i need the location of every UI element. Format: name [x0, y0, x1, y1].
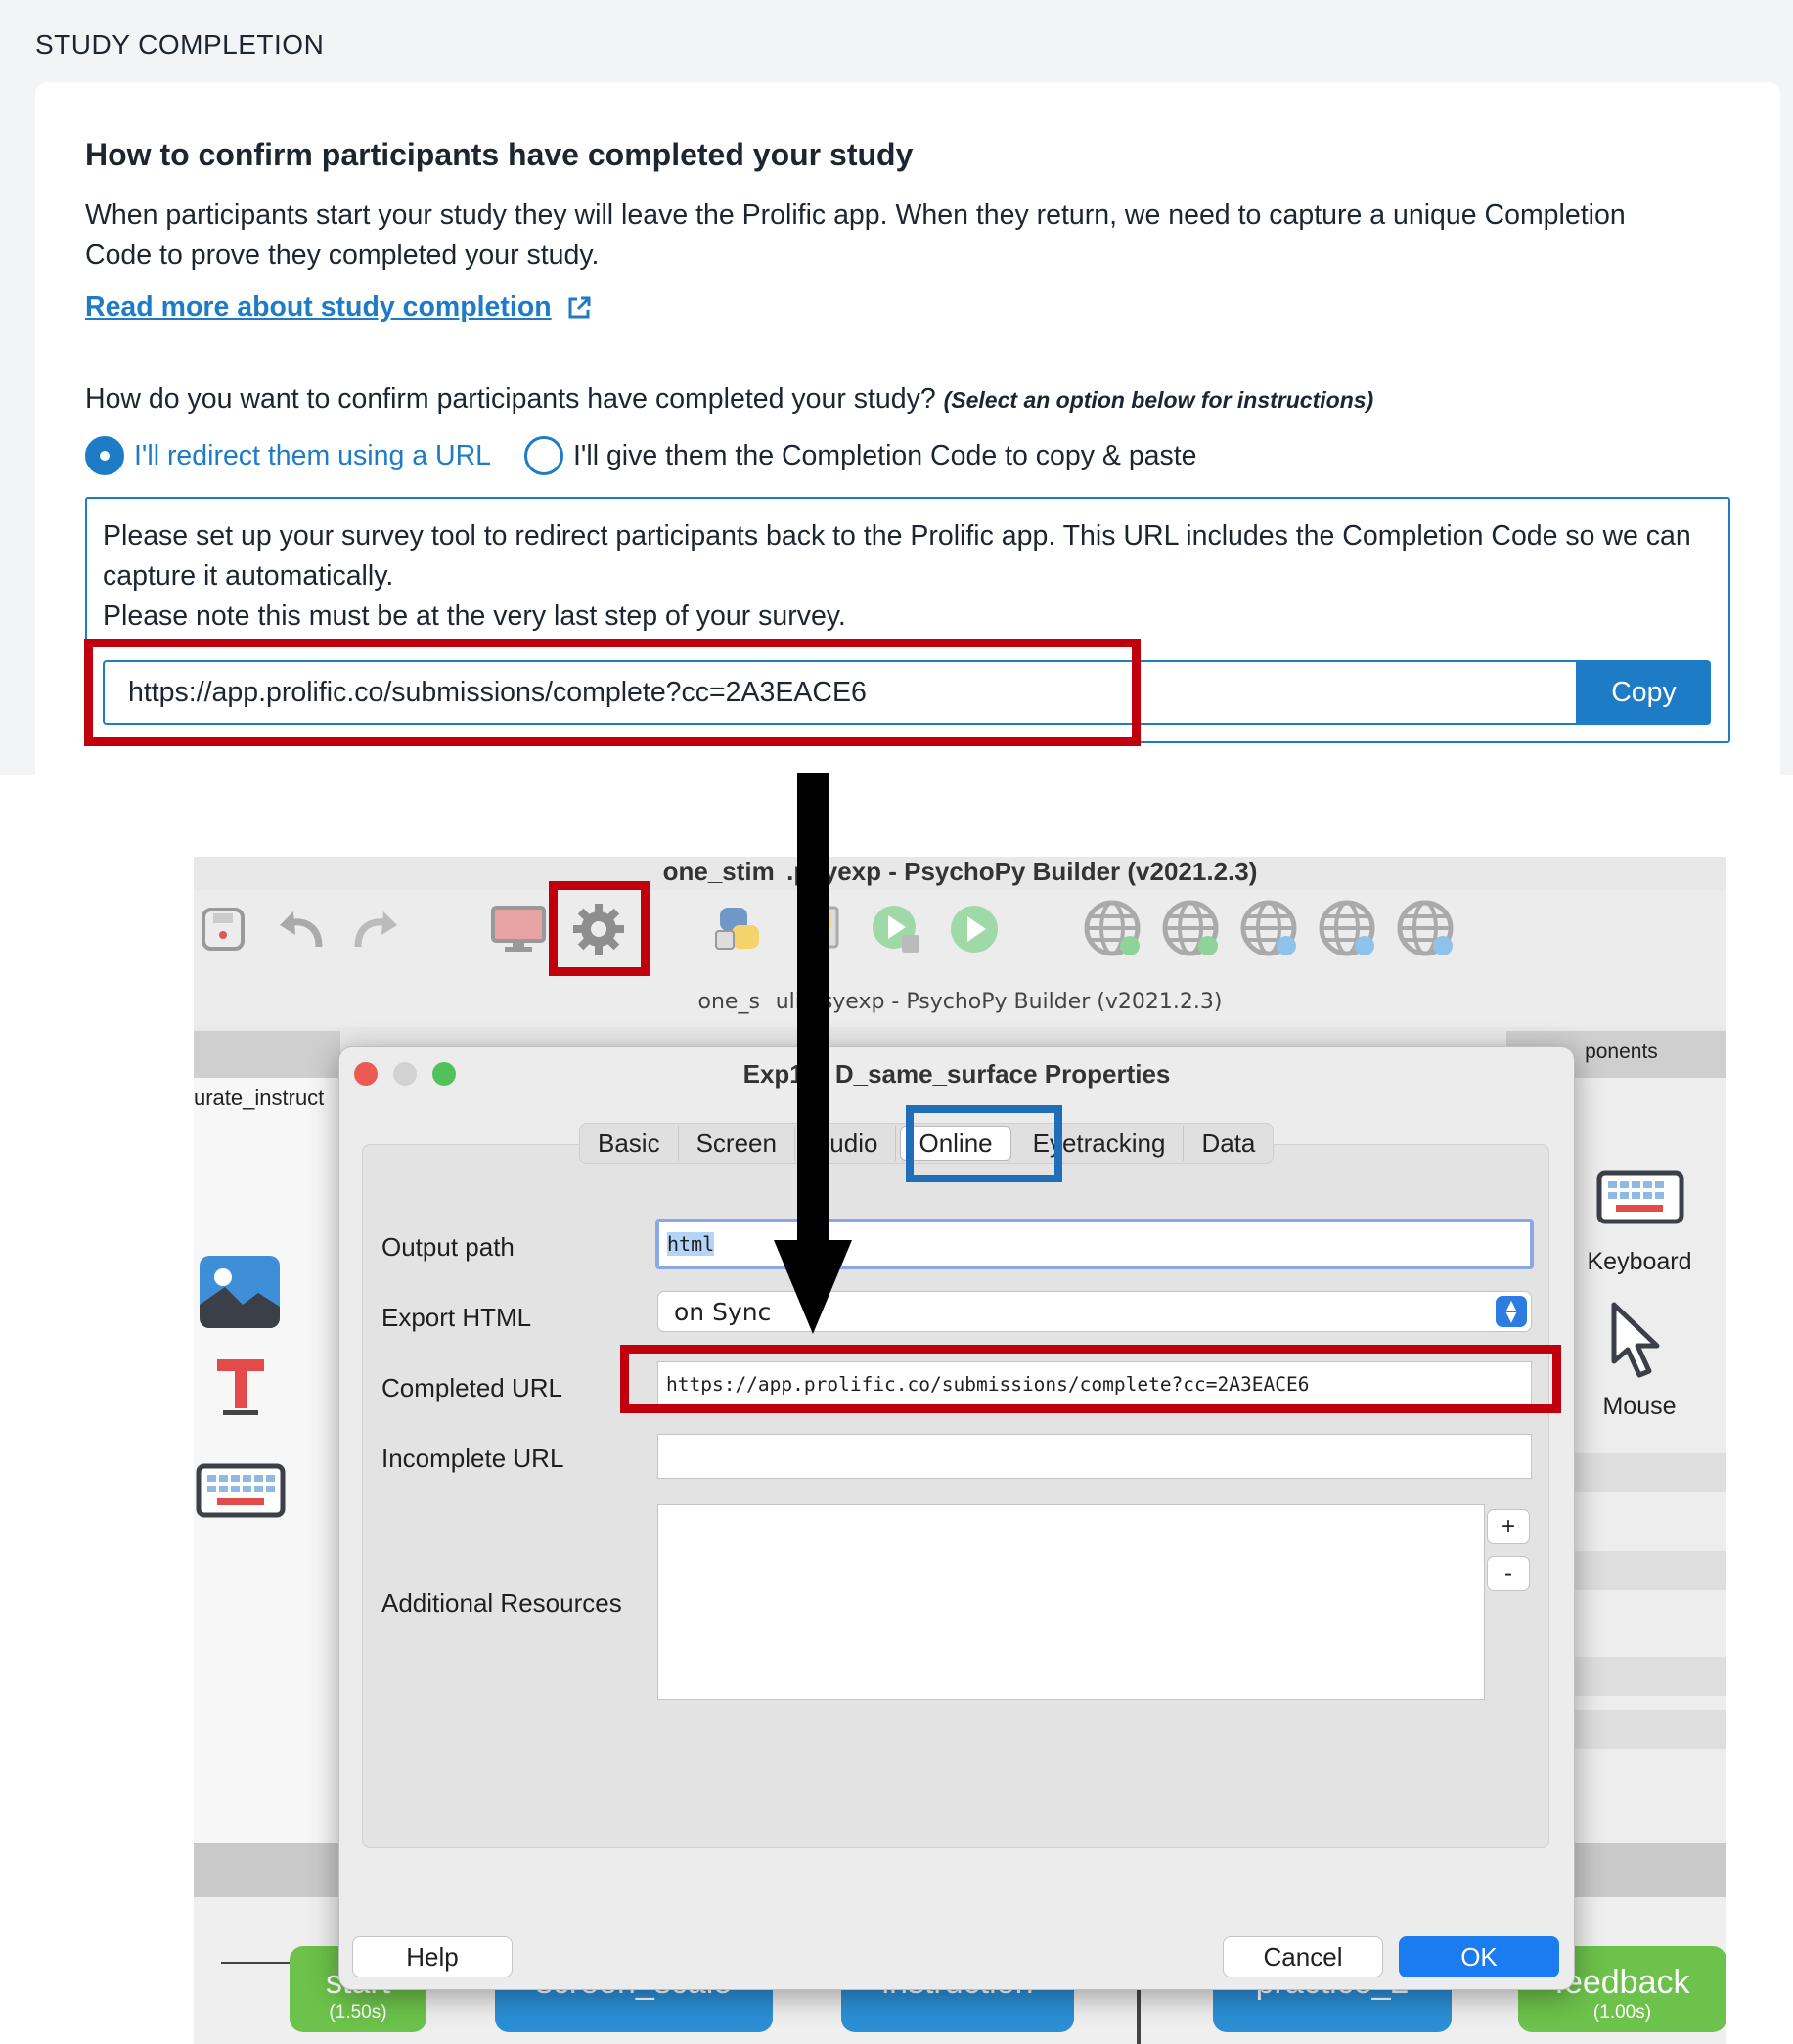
tab-screen[interactable]: Screen [679, 1126, 795, 1161]
keyboard-icon[interactable] [1596, 1170, 1684, 1229]
keyboard-component-icon[interactable] [196, 1463, 286, 1523]
flow-routine-label: feedback [1554, 1964, 1690, 2001]
globe-search-icon[interactable] [1238, 898, 1301, 960]
incomplete-url-input[interactable] [657, 1434, 1532, 1479]
globe-info-icon[interactable] [1395, 898, 1457, 960]
redirect-instructions-text: Please set up your survey tool to redire… [103, 516, 1707, 637]
undo-icon[interactable] [270, 898, 333, 960]
psychopy-window-subtitle: one_s uli.psyexp - PsychoPy Builder (v20… [697, 990, 1223, 1014]
output-path-label: Output path [381, 1232, 515, 1262]
component-label-mouse: Mouse [1602, 1393, 1677, 1420]
question-text: How do you want to confirm participants … [85, 383, 936, 415]
radio-copy-code[interactable]: I'll give them the Completion Code to co… [524, 436, 1197, 475]
read-more-label: Read more about study completion [85, 291, 552, 323]
radio-redirect-label: I'll redirect them using a URL [134, 439, 492, 471]
external-link-icon [568, 296, 591, 318]
annotation-arrow-shaft [797, 773, 829, 1242]
mouse-cursor-icon[interactable] [1608, 1301, 1667, 1384]
card-description: When participants start your study they … [85, 200, 1626, 271]
routine-tab[interactable]: urate_instruct [194, 1086, 324, 1111]
completion-question: How do you want to confirm participants … [85, 383, 1373, 416]
instructions-line-1: Please set up your survey tool to redire… [103, 520, 1691, 592]
tab-basic[interactable]: Basic [580, 1126, 679, 1161]
select-chevron-icon: ▲ ▼ [1496, 1296, 1527, 1327]
play-icon[interactable] [943, 898, 1006, 960]
question-hint: (Select an option below for instructions… [943, 387, 1374, 413]
image-component-icon[interactable] [200, 1256, 280, 1328]
flow-loop-line [1137, 1985, 1141, 2044]
export-html-label: Export HTML [381, 1303, 532, 1332]
globe-user-icon[interactable] [1317, 898, 1379, 960]
radio-copy-code-label: I'll give them the Completion Code to co… [573, 439, 1197, 471]
read-more-link[interactable]: Read more about study completion [85, 291, 593, 324]
export-html-value: on Sync [674, 1297, 772, 1326]
help-button[interactable]: Help [352, 1936, 513, 1977]
highlight-box-completed-url [620, 1345, 1561, 1413]
flow-line [221, 1962, 290, 1964]
flow-routine-duration: (1.50s) [329, 2002, 387, 2022]
text-component-icon[interactable] [213, 1355, 268, 1421]
instructions-line-2: Please note this must be at the very las… [103, 600, 846, 632]
run-icon[interactable] [865, 898, 927, 960]
radio-redirect-url[interactable]: I'll redirect them using a URL [85, 436, 491, 475]
card-title: How to confirm participants have complet… [85, 137, 914, 172]
incomplete-url-label: Incomplete URL [381, 1444, 564, 1473]
dialog-title: Exp1_ D_same_surface Properties [742, 1059, 1171, 1089]
flow-routine-duration: (1.00s) [1592, 2002, 1652, 2022]
components-header: ponents [1565, 1041, 1658, 1063]
monitor-icon[interactable] [487, 898, 550, 960]
ok-button[interactable]: OK [1399, 1936, 1559, 1977]
globe-run-icon[interactable] [1082, 898, 1144, 960]
add-resource-button[interactable]: + [1487, 1509, 1530, 1544]
routine-panel [194, 1031, 340, 1843]
completed-url-label: Completed URL [381, 1373, 562, 1402]
cancel-button[interactable]: Cancel [1223, 1936, 1383, 1977]
highlight-box-url [84, 639, 1141, 746]
annotation-arrow-down-icon [774, 1240, 852, 1334]
globe-sync-icon[interactable] [1160, 898, 1223, 960]
output-path-value: html [667, 1232, 715, 1256]
highlight-box-gear [549, 881, 650, 976]
redo-icon[interactable] [344, 898, 407, 960]
remove-resource-button[interactable]: - [1487, 1556, 1530, 1591]
save-icon[interactable] [192, 898, 254, 960]
component-label-keyboard: Keyboard [1587, 1248, 1692, 1275]
psychopy-window-title: one_stim .psyexp - PsychoPy Builder (v20… [662, 857, 1258, 886]
highlight-box-online-tab [906, 1105, 1062, 1182]
section-heading: STUDY COMPLETION [35, 29, 325, 60]
radio-unselected-icon [524, 436, 563, 475]
additional-resources-list[interactable] [657, 1504, 1485, 1700]
copy-button[interactable]: Copy [1577, 660, 1711, 725]
routine-tab-bar [194, 1031, 340, 1078]
python-icon[interactable] [708, 898, 771, 960]
radio-selected-icon [85, 436, 124, 475]
tab-data[interactable]: Data [1184, 1126, 1273, 1161]
additional-resources-label: Additional Resources [381, 1588, 622, 1618]
